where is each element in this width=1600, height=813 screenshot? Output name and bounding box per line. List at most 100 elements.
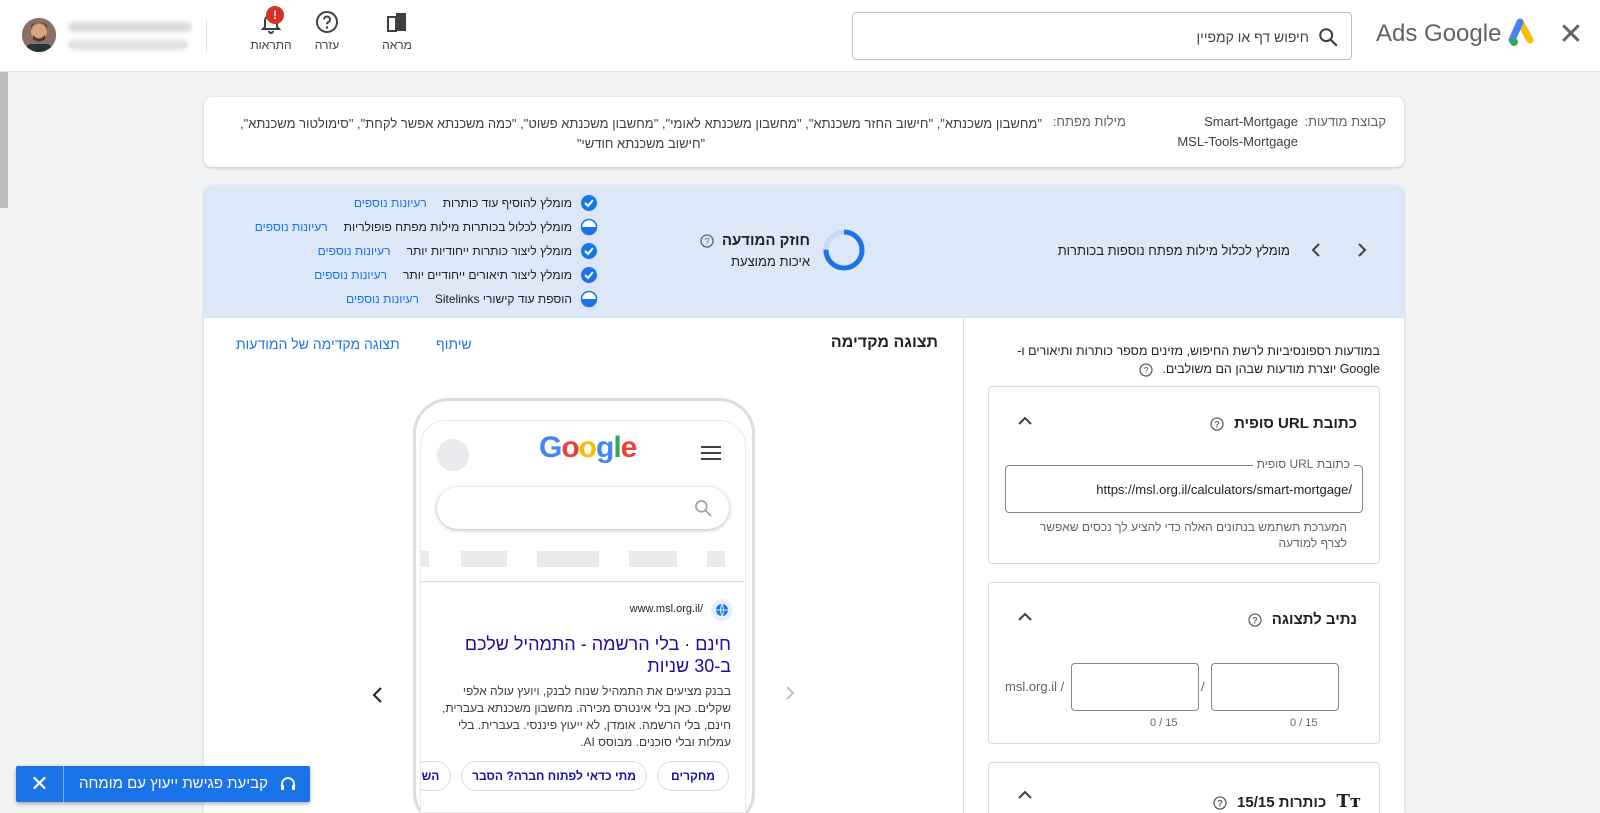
final-url-input[interactable]: [1018, 478, 1352, 500]
avatar[interactable]: [22, 18, 56, 52]
half-circle-icon: [580, 218, 598, 236]
check-circle-icon: [581, 267, 597, 283]
expert-consultation-button[interactable]: ✕ קביעת פגישת ייעוץ עם מומחה: [16, 766, 310, 802]
display-path-card: נתיב לתצוגה ? / msl.org.il / 0 / 15 0 / …: [988, 582, 1380, 744]
globe-icon: [711, 599, 733, 621]
path2-input[interactable]: [1078, 676, 1192, 698]
path2-counter: 0 / 15: [1150, 717, 1178, 729]
close-icon[interactable]: ✕: [16, 766, 64, 802]
check-circle-icon: [581, 195, 597, 211]
previous-preview-icon[interactable]: [366, 683, 390, 707]
display-path-title-text: נתיב לתצוגה: [1271, 611, 1357, 628]
share-link[interactable]: שיתוף: [436, 336, 472, 352]
path1-field[interactable]: [1211, 663, 1339, 711]
expert-consultation-label: קביעת פגישת ייעוץ עם מומחה: [79, 775, 268, 792]
help-circle-icon[interactable]: ?: [1213, 796, 1227, 810]
ad-strength-ring-icon: [823, 229, 865, 271]
phone-avatar: [437, 439, 469, 471]
keywords-label: מילות מפתח:: [1052, 114, 1126, 129]
headlines-title-text: כותרות 15/15: [1237, 794, 1327, 811]
brand-title: Ads Google: [1376, 20, 1502, 47]
half-circle-icon: [580, 290, 598, 308]
recommendation-text: מומלץ ליצור תיאורים ייחודיים יותר: [403, 268, 572, 282]
tab-placeholder: [537, 551, 599, 567]
display-path-title: נתיב לתצוגה ?: [1247, 611, 1357, 628]
hamburger-menu-icon: [701, 446, 721, 460]
search-icon[interactable]: [1317, 26, 1339, 48]
keywords-value: "מחשבון משכנתא", "חישוב החזר משכנתא", "מ…: [240, 116, 1042, 151]
ad-preview-link[interactable]: תצוגה מקדימה של המודעות: [236, 336, 400, 352]
tab-placeholder: [707, 551, 725, 567]
recommendation-text: מומלץ לכלול בכותרות מילות מפתח פופולריות: [343, 220, 572, 234]
recommendation-text: מומלץ ליצור כותרות ייחודיות יותר: [406, 244, 572, 258]
help-circle-icon[interactable]: ?: [1210, 417, 1224, 431]
final-url-field-label: כתובת URL סופית: [1252, 457, 1354, 471]
help-icon: [316, 11, 338, 33]
recommendation-text: הוספת עוד קישורי Sitelinks: [434, 292, 572, 306]
svg-text:?: ?: [704, 237, 709, 247]
sitelink-chip: השו: [421, 761, 451, 791]
recommendation-item: מומלץ ליצור כותרות ייחודיות יותר רעיונות …: [318, 242, 598, 262]
headset-icon: [281, 777, 295, 790]
column-divider: [963, 318, 964, 813]
more-ideas-link[interactable]: רעיונות נוספים: [255, 220, 328, 234]
final-url-field[interactable]: כתובת URL סופית: [1005, 457, 1363, 513]
sitelink-chip: מתי כדאי לפתוח חברה? הסבר: [461, 761, 647, 791]
adgroup-keywords-card: קבוצת מודעות: Smart-Mortgage MSL-Tools-M…: [204, 97, 1404, 167]
account-divider: [206, 20, 207, 52]
chevron-right-icon[interactable]: [1352, 240, 1372, 260]
chevron-up-icon[interactable]: [1015, 411, 1035, 431]
more-ideas-link[interactable]: רעיונות נוספים: [318, 244, 391, 258]
adgroup-value-secondary: MSL-Tools-Mortgage: [1177, 134, 1298, 149]
close-icon[interactable]: ✕: [1556, 20, 1586, 50]
final-url-card: כתובת URL סופית ? כתובת URL סופית המערכת…: [988, 386, 1380, 564]
notifications-label: התראות: [250, 38, 292, 52]
more-ideas-link[interactable]: רעיונות נוספים: [346, 292, 419, 306]
account-name-redacted: [68, 22, 192, 32]
search-box[interactable]: [852, 12, 1352, 60]
chevron-up-icon[interactable]: [1015, 785, 1035, 805]
check-circle-icon: [581, 243, 597, 259]
path1-counter: 0 / 15: [1290, 717, 1318, 729]
tab-placeholder: [629, 551, 677, 567]
chevron-up-icon[interactable]: [1015, 607, 1035, 627]
ad-strength-tip: מומלץ לכלול מילות מפתח נוספות בכותרות: [1057, 243, 1290, 258]
more-ideas-link[interactable]: רעיונות נוספים: [314, 268, 387, 282]
notification-badge: !: [266, 6, 284, 24]
help-label: עזרה: [314, 38, 340, 52]
next-preview-icon[interactable]: [780, 683, 800, 703]
account-email-redacted: [68, 40, 188, 50]
svg-text:?: ?: [1143, 365, 1148, 375]
path2-field[interactable]: [1071, 663, 1199, 711]
sitelink-chip: מחקרים: [657, 761, 729, 791]
google-logo: Google: [539, 431, 637, 464]
help-circle-icon[interactable]: ?: [700, 234, 714, 248]
search-input[interactable]: [889, 25, 1309, 49]
scroll-rail[interactable]: [0, 72, 8, 208]
google-ads-logo-icon: [1508, 18, 1534, 46]
appearance-button[interactable]: מראה: [370, 10, 424, 58]
svg-text:?: ?: [1217, 799, 1223, 809]
help-circle-icon[interactable]: ?: [1139, 363, 1153, 377]
phone-search-bar: [437, 487, 729, 529]
phone-tab-placeholders: [421, 551, 745, 571]
headlines-card: Tт כותרות 15/15 ?: [988, 762, 1380, 813]
adgroup-label: קבוצת מודעות:: [1304, 114, 1386, 129]
help-button[interactable]: עזרה: [300, 10, 354, 58]
tab-placeholder: [461, 551, 507, 567]
tab-placeholder: [421, 551, 429, 567]
ad-strength-rating: איכות ממוצעת: [731, 254, 810, 269]
chevron-left-icon[interactable]: [1306, 240, 1326, 260]
help-circle-icon[interactable]: ?: [1247, 613, 1262, 627]
search-icon: [695, 500, 712, 517]
recommendation-item: הוספת עוד קישורי Sitelinks רעיונות נוספים: [346, 290, 598, 310]
path1-input[interactable]: [1218, 676, 1332, 698]
svg-text:?: ?: [1214, 420, 1220, 430]
more-ideas-link[interactable]: רעיונות נוספים: [354, 196, 427, 210]
final-url-title: כתובת URL סופית ?: [1210, 415, 1357, 432]
preview-title: תצוגה מקדימה: [830, 334, 938, 351]
appearance-label: מראה: [382, 38, 412, 52]
final-url-hint: המערכת תשתמש בנתונים האלה כדי להציע לך נ…: [1039, 520, 1347, 550]
notifications-button[interactable]: ! התראות: [244, 6, 298, 58]
ad-strength-title-text: חוזק המודעה: [721, 232, 810, 249]
